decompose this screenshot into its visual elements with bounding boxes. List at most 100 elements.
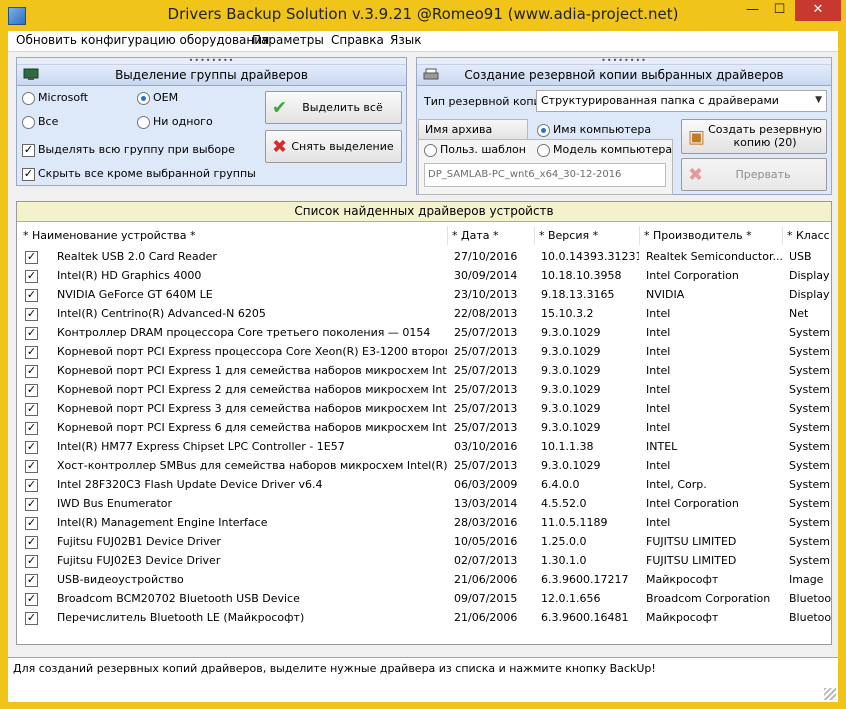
row-checkbox[interactable]: ✓ — [25, 270, 38, 283]
create-backup-button[interactable]: ▣ Создать резервную копию (20) — [681, 119, 827, 154]
row-checkbox[interactable]: ✓ — [25, 555, 38, 568]
cell-class: System — [789, 535, 831, 548]
cell-class: System — [789, 326, 831, 339]
cell-date: 28/03/2016 — [454, 516, 518, 529]
radio-user-template[interactable] — [424, 144, 437, 157]
row-checkbox[interactable]: ✓ — [25, 593, 38, 606]
cell-date: 03/10/2016 — [454, 440, 518, 453]
abort-button[interactable]: ✖ Прервать — [681, 158, 827, 191]
cell-date: 21/06/2006 — [454, 573, 518, 586]
row-checkbox[interactable]: ✓ — [25, 346, 38, 359]
row-checkbox[interactable]: ✓ — [25, 517, 38, 530]
radio-computer-model[interactable] — [537, 144, 550, 157]
column-header-class[interactable]: * Класс — [787, 226, 831, 245]
table-row[interactable]: ✓ Broadcom BCM20702 Bluetooth USB Device 0… — [17, 589, 831, 608]
table-row[interactable]: ✓ Intel(R) Centrino(R) Advanced-N 6205 22/… — [17, 304, 831, 323]
cell-version: 9.18.13.3165 — [541, 288, 615, 301]
cell-name: Fujitsu FUJ02B1 Device Driver — [57, 535, 221, 548]
checkbox-hide-others-label: Скрыть все кроме выбранной группы — [38, 167, 256, 180]
cell-class: USB — [789, 250, 812, 263]
table-row[interactable]: ✓ Realtek USB 2.0 Card Reader 27/10/2016 10… — [17, 247, 831, 266]
radio-microsoft[interactable] — [22, 92, 35, 105]
close-button[interactable]: ✕ — [795, 0, 841, 21]
cell-version: 9.3.0.1029 — [541, 326, 601, 339]
abort-label: Прервать — [735, 168, 791, 181]
backup-type-select[interactable]: Структурированная папка с драйверами ▼ — [536, 90, 827, 112]
checkbox-hide-others[interactable]: ✓ — [22, 168, 35, 181]
menu-update-hardware[interactable]: Обновить конфигурацию оборудования — [16, 33, 269, 47]
table-row[interactable]: ✓ Intel(R) HM77 Express Chipset LPC Contr… — [17, 437, 831, 456]
row-checkbox[interactable]: ✓ — [25, 308, 38, 321]
row-checkbox[interactable]: ✓ — [25, 536, 38, 549]
radio-computer-name[interactable] — [537, 124, 550, 137]
cell-version: 6.3.9600.17217 — [541, 573, 629, 586]
table-row[interactable]: ✓ Корневой порт PCI Express 6 для семейст… — [17, 418, 831, 437]
row-checkbox[interactable]: ✓ — [25, 460, 38, 473]
menu-parameters[interactable]: Параметры — [252, 33, 324, 47]
row-checkbox[interactable]: ✓ — [25, 289, 38, 302]
select-all-button[interactable]: ✔ Выделить всё — [265, 91, 402, 124]
table-row[interactable]: ✓ Корневой порт PCI Express 2 для семейст… — [17, 380, 831, 399]
cell-vendor: Intel Corporation — [646, 497, 739, 510]
menu-help[interactable]: Справка — [331, 33, 384, 47]
table-row[interactable]: ✓ Хост-контроллер SMBus для семейства наб… — [17, 456, 831, 475]
column-header-version[interactable]: * Версия * — [539, 226, 640, 245]
row-checkbox[interactable]: ✓ — [25, 612, 38, 625]
cell-date: 27/10/2016 — [454, 250, 518, 263]
table-row[interactable]: ✓ Intel(R) Management Engine Interface 28/… — [17, 513, 831, 532]
radio-all[interactable] — [22, 116, 35, 129]
table-row[interactable]: ✓ Fujitsu FUJ02B1 Device Driver 10/05/2016… — [17, 532, 831, 551]
column-header-name[interactable]: * Наименование устройства * — [23, 226, 448, 245]
table-row[interactable]: ✓ Контроллер DRAM процессора Core третьег… — [17, 323, 831, 342]
red-x-icon: ✖ — [688, 164, 704, 185]
table-row[interactable]: ✓ Перечислитель Bluetooth LE (Майкрософт)… — [17, 608, 831, 627]
row-checkbox[interactable]: ✓ — [25, 441, 38, 454]
archive-filename-field[interactable]: DP_SAMLAB-PC_wnt6_x64_30-12-2016 — [424, 163, 666, 187]
row-checkbox[interactable]: ✓ — [25, 403, 38, 416]
cell-vendor: NVIDIA — [646, 288, 685, 301]
cell-vendor: Intel, Corp. — [646, 478, 707, 491]
cell-name: Хост-контроллер SMBus для семейства набо… — [57, 459, 447, 472]
row-checkbox[interactable]: ✓ — [25, 384, 38, 397]
deselect-button[interactable]: ✖ Снять выделение — [265, 130, 402, 163]
cell-class: Bluetooth — [789, 611, 831, 624]
cell-class: Bluetooth — [789, 592, 831, 605]
radio-none[interactable] — [137, 116, 150, 129]
checkbox-select-group[interactable]: ✓ — [22, 144, 35, 157]
table-row[interactable]: ✓ Корневой порт PCI Express 1 для семейст… — [17, 361, 831, 380]
cell-date: 23/10/2013 — [454, 288, 518, 301]
row-checkbox[interactable]: ✓ — [25, 422, 38, 435]
radio-computer-name-label: Имя компьютера — [553, 123, 652, 136]
menu-bar: Обновить конфигурацию оборудования Парам… — [8, 31, 838, 51]
cell-name: USB-видеоустройство — [57, 573, 184, 586]
table-row[interactable]: ✓ Intel 28F320C3 Flash Update Device Driv… — [17, 475, 831, 494]
group-panel-header: Выделение группы драйверов — [17, 65, 406, 86]
column-header-vendor[interactable]: * Производитель * — [644, 226, 783, 245]
table-row[interactable]: ✓ Корневой порт PCI Express процессора Co… — [17, 342, 831, 361]
column-header-date[interactable]: * Дата * — [452, 226, 535, 245]
table-row[interactable]: ✓ IWD Bus Enumerator 13/03/2014 4.5.52.0 Int… — [17, 494, 831, 513]
row-checkbox[interactable]: ✓ — [25, 574, 38, 587]
radio-oem[interactable] — [137, 92, 150, 105]
table-row[interactable]: ✓ NVIDIA GeForce GT 640M LE 23/10/2013 9.18… — [17, 285, 831, 304]
menu-language[interactable]: Язык — [390, 33, 421, 47]
row-checkbox[interactable]: ✓ — [25, 365, 38, 378]
table-row[interactable]: ✓ Intel(R) HD Graphics 4000 30/09/2014 10.1… — [17, 266, 831, 285]
row-checkbox[interactable]: ✓ — [25, 251, 38, 264]
cell-name: Контроллер DRAM процессора Core третьего… — [57, 326, 431, 339]
table-row[interactable]: ✓ Fujitsu FUJ02E3 Device Driver 02/07/2013… — [17, 551, 831, 570]
cell-class: System — [789, 459, 831, 472]
backup-type-label: Тип резервной копии — [424, 95, 548, 108]
cell-vendor: Intel — [646, 326, 671, 339]
resize-grip[interactable] — [824, 688, 836, 700]
cell-version: 9.3.0.1029 — [541, 383, 601, 396]
row-checkbox[interactable]: ✓ — [25, 479, 38, 492]
row-checkbox[interactable]: ✓ — [25, 498, 38, 511]
row-checkbox[interactable]: ✓ — [25, 327, 38, 340]
cell-version: 10.1.1.38 — [541, 440, 594, 453]
maximize-button[interactable]: ☐ — [766, 0, 793, 21]
table-row[interactable]: ✓ USB-видеоустройство 21/06/2006 6.3.9600.1… — [17, 570, 831, 589]
table-row[interactable]: ✓ Корневой порт PCI Express 3 для семейст… — [17, 399, 831, 418]
minimize-button[interactable]: — — [739, 0, 766, 21]
driver-list-panel: Список найденных драйверов устройств * Н… — [16, 201, 832, 645]
